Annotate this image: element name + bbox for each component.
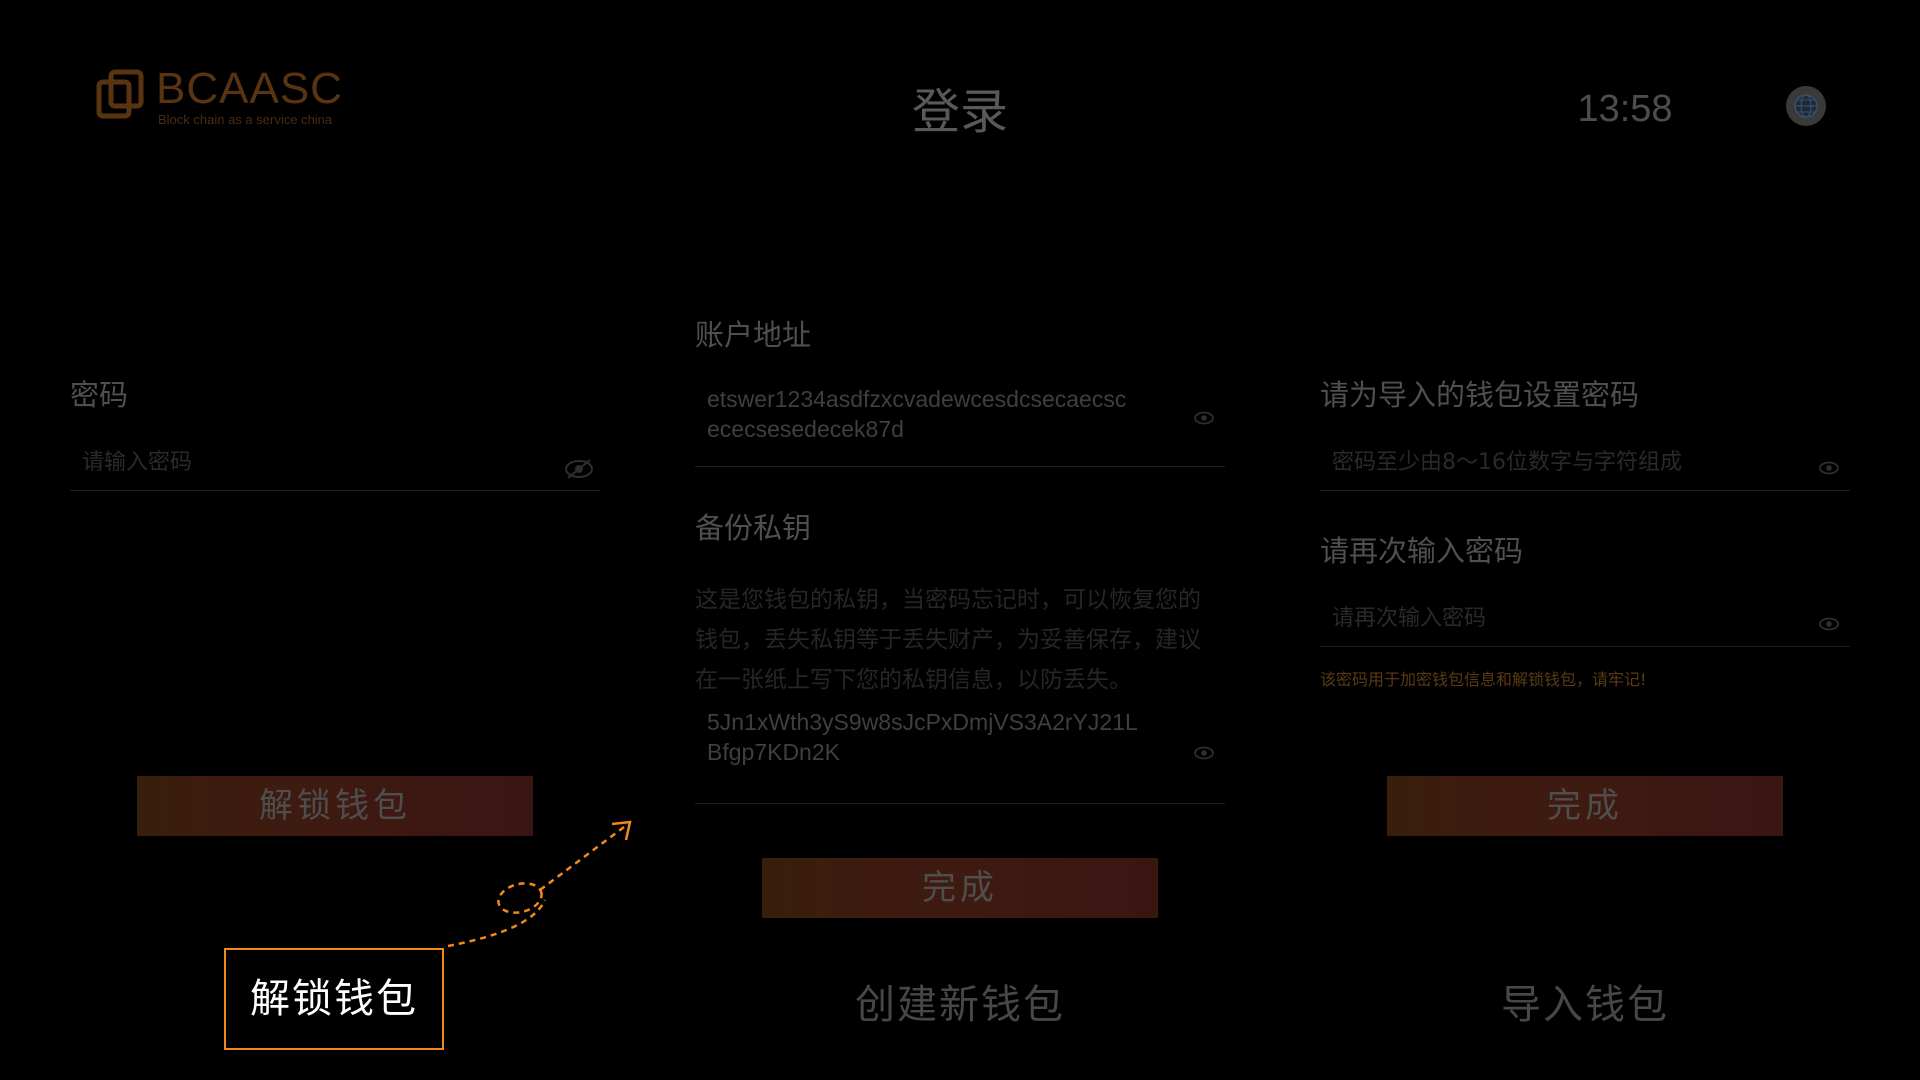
password-warning: 该密码用于加密钱包信息和解锁钱包，请牢记! — [1320, 670, 1647, 689]
tab-unlock-wallet[interactable]: 解锁钱包 — [224, 948, 444, 1050]
set-password-divider — [1320, 490, 1850, 491]
clock-time: 13:58 — [1577, 88, 1673, 130]
account-address-label: 账户地址 — [695, 318, 812, 352]
eye-icon[interactable] — [1818, 460, 1840, 476]
import-done-button[interactable]: 完成 — [1387, 776, 1783, 836]
confirm-password-divider — [1320, 646, 1850, 647]
language-button[interactable] — [1786, 86, 1826, 126]
private-key-field: 5Jn1xWth3yS9w8sJcPxDmjVS3A2rYJ21L Bfgp7K… — [695, 707, 1225, 787]
backup-description-line2: 钱包，丢失私钥等于丢失财产，为妥善保存，建议 — [695, 627, 1201, 653]
account-address-line2: ececsesedecek87d — [707, 416, 904, 442]
password-divider — [70, 490, 600, 491]
account-address-field: etswer1234asdfzxcvadewcesdcsecaecsc ecec… — [695, 384, 1225, 464]
backup-description-line1: 这是您钱包的私钥，当密码忘记时，可以恢复您的 — [695, 587, 1201, 613]
backup-description-line3: 在一张纸上写下您的私钥信息，以防丢失。 — [695, 667, 1132, 693]
globe-icon — [1794, 94, 1818, 118]
private-key-line1: 5Jn1xWth3yS9w8sJcPxDmjVS3A2rYJ21L — [707, 709, 1138, 735]
eye-off-icon[interactable] — [564, 458, 594, 480]
confirm-password-placeholder: 请再次输入密码 — [1332, 606, 1487, 631]
tab-create-wallet[interactable]: 创建新钱包 — [760, 972, 1160, 1030]
password-label: 密码 — [70, 378, 129, 412]
set-password-label: 请为导入的钱包设置密码 — [1320, 378, 1640, 412]
password-placeholder: 请输入密码 — [82, 450, 193, 475]
account-address-line1: etswer1234asdfzxcvadewcesdcsecaecsc — [707, 386, 1127, 412]
eye-icon[interactable] — [1818, 616, 1840, 632]
private-key-line2: Bfgp7KDn2K — [707, 739, 840, 765]
private-key-divider — [695, 803, 1225, 804]
eye-icon[interactable] — [1193, 410, 1215, 426]
dashed-arrow-annotation — [447, 820, 632, 948]
backup-key-label: 备份私钥 — [695, 511, 812, 545]
set-password-input[interactable]: 密码至少由8～16位数字与字符组成 — [1320, 444, 1850, 492]
tab-import-wallet[interactable]: 导入钱包 — [1385, 972, 1785, 1030]
eye-icon[interactable] — [1193, 745, 1215, 761]
address-divider — [695, 466, 1225, 467]
password-input[interactable]: 请输入密码 — [70, 444, 600, 492]
confirm-password-input[interactable]: 请再次输入密码 — [1320, 600, 1850, 648]
create-done-button[interactable]: 完成 — [762, 858, 1158, 918]
set-password-placeholder: 密码至少由8～16位数字与字符组成 — [1332, 450, 1682, 475]
confirm-password-label: 请再次输入密码 — [1320, 534, 1524, 568]
